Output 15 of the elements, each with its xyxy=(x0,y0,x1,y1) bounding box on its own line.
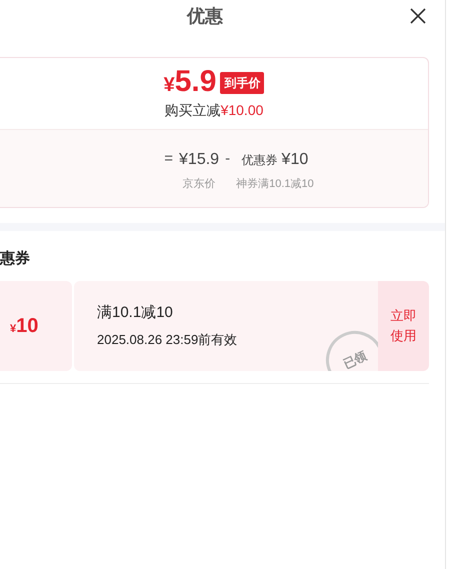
close-icon[interactable] xyxy=(408,6,428,26)
coupon-validity: 2025.08.26 23:59前有效 xyxy=(97,331,238,349)
operator-sign: - xyxy=(225,149,230,169)
coupon-amount: 优惠券 ¥10 xyxy=(242,150,308,170)
coupon-caption: 神券满10.1减10 xyxy=(236,177,314,192)
window-title: 优惠 xyxy=(186,4,224,28)
price-caption: 京东价 xyxy=(182,176,216,192)
use-now-button[interactable]: 立即使用 xyxy=(378,280,429,370)
saving-text: 购买立减¥10.00 xyxy=(164,100,264,120)
operator-sign: = xyxy=(164,149,174,169)
final-price: ¥5.9 xyxy=(164,66,216,100)
coupon-condition: 满10.1减10 xyxy=(97,302,174,322)
coupon-value: ¥10 xyxy=(10,314,38,338)
price-amount: ¥15.9 xyxy=(179,150,220,170)
price-badge: 到手价 xyxy=(220,72,264,94)
